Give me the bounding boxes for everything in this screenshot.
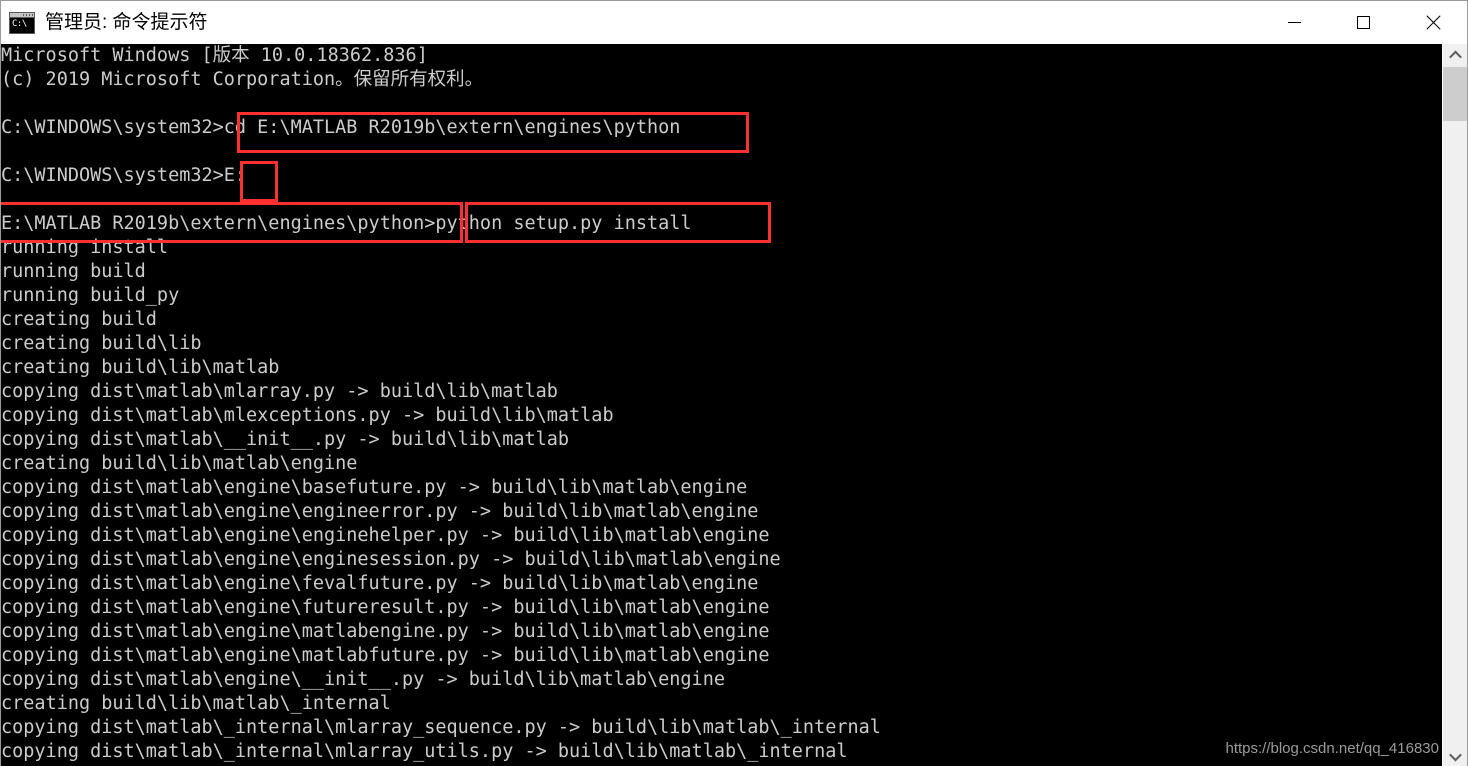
chevron-up-icon	[1449, 50, 1462, 63]
console-line: creating build	[1, 309, 157, 330]
console-line: creating build\lib\matlab\_internal	[1, 693, 391, 714]
console-line: copying dist\matlab\engine\matlabfuture.…	[1, 645, 770, 666]
console-line: C:\WINDOWS\system32>cd E:\MATLAB R2019b\…	[1, 117, 681, 138]
console-line: C:\WINDOWS\system32>E:	[1, 165, 247, 186]
console-line: creating build\lib	[1, 333, 202, 354]
scrollbar-thumb[interactable]	[1443, 67, 1467, 121]
console-text: Microsoft Windows [版本 10.0.18362.836] (c)…	[1, 44, 881, 764]
maximize-button[interactable]	[1329, 1, 1398, 44]
window-controls	[1260, 1, 1467, 44]
console-line: copying dist\matlab\engine\basefuture.py…	[1, 477, 748, 498]
title-bar-left: C:\ 管理员: 命令提示符	[1, 1, 208, 44]
cmd-icon-text: C:\	[12, 18, 27, 29]
console-line: copying dist\matlab\mlexceptions.py -> b…	[1, 405, 614, 426]
scroll-down-button[interactable]	[1443, 745, 1467, 766]
console-line: copying dist\matlab\engine\__init__.py -…	[1, 669, 725, 690]
console-line: Microsoft Windows [版本 10.0.18362.836]	[1, 45, 428, 66]
vertical-scrollbar[interactable]	[1442, 44, 1467, 766]
console-line: copying dist\matlab\engine\enginehelper.…	[1, 525, 770, 546]
console-line: E:\MATLAB R2019b\extern\engines\python>p…	[1, 213, 692, 234]
console-line: creating build\lib\matlab\engine	[1, 453, 358, 474]
minimize-icon	[1288, 22, 1301, 23]
console-line: copying dist\matlab\engine\engineerror.p…	[1, 501, 759, 522]
console-line: copying dist\matlab\engine\matlabengine.…	[1, 621, 770, 642]
console-line: (c) 2019 Microsoft Corporation。保留所有权利。	[1, 69, 484, 90]
minimize-button[interactable]	[1260, 1, 1329, 44]
maximize-icon	[1357, 16, 1370, 29]
console-line: copying dist\matlab\__init__.py -> build…	[1, 429, 570, 450]
console-line: copying dist\matlab\mlarray.py -> build\…	[1, 381, 558, 402]
console-line: copying dist\matlab\engine\futureresult.…	[1, 597, 770, 618]
watermark: https://blog.csdn.net/qq_416830	[1225, 740, 1439, 757]
title-bar[interactable]: C:\ 管理员: 命令提示符	[1, 1, 1467, 44]
cmd-icon-titlebar	[10, 12, 34, 18]
cmd-icon: C:\	[9, 11, 35, 34]
console-line: copying dist\matlab\_internal\mlarray_ut…	[1, 741, 848, 762]
console-line: running install	[1, 237, 169, 258]
console-line: running build_py	[1, 285, 180, 306]
console-line: copying dist\matlab\engine\fevalfuture.p…	[1, 573, 759, 594]
command-prompt-window: C:\ 管理员: 命令提示符 Microsoft Windows [版本 10.…	[0, 0, 1468, 766]
scroll-up-button[interactable]	[1443, 44, 1467, 66]
close-button[interactable]	[1398, 1, 1467, 44]
console-line: running build	[1, 261, 146, 282]
close-icon	[1425, 15, 1441, 31]
console-line: copying dist\matlab\_internal\mlarray_se…	[1, 717, 881, 738]
window-title: 管理员: 命令提示符	[45, 12, 208, 33]
console-line: creating build\lib\matlab	[1, 357, 280, 378]
console-line: copying dist\matlab\engine\enginesession…	[1, 549, 781, 570]
chevron-down-icon	[1449, 748, 1462, 761]
console-output-area[interactable]: Microsoft Windows [版本 10.0.18362.836] (c)…	[1, 44, 1443, 766]
